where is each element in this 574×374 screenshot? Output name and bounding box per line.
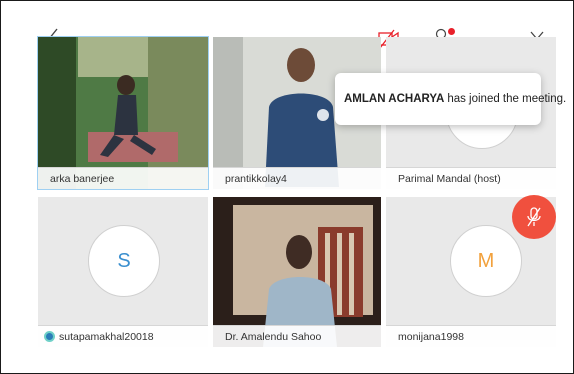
participant-tile[interactable]: Dr. Amalendu Sahoo (213, 197, 381, 347)
participant-name: arka banerjee (38, 167, 208, 189)
connection-icon (44, 331, 55, 342)
participant-avatar: M (450, 225, 522, 297)
participant-name: monijana1998 (386, 325, 556, 347)
join-notification: AMLAN ACHARYA has joined the meeting. (335, 73, 566, 125)
avatar-initial: M (477, 249, 495, 272)
mic-toggle-button[interactable] (512, 195, 556, 239)
joined-participant-name: AMLAN ACHARYA (344, 93, 445, 105)
notification-message: has joined the meeting. (447, 93, 567, 105)
participant-name: prantikkolay4 (213, 167, 381, 189)
avatar-initial: S (117, 249, 131, 272)
mic-muted-icon (527, 207, 541, 227)
participant-name: Dr. Amalendu Sahoo (213, 325, 381, 347)
participant-name: Parimal Mandal (host) (386, 167, 556, 189)
participant-tile[interactable]: S sutapamakhal20018 (38, 197, 208, 347)
participant-tile[interactable]: arka banerjee (37, 36, 209, 190)
participant-avatar: S (88, 225, 160, 297)
notification-badge (448, 28, 455, 35)
participant-name: sutapamakhal20018 (38, 325, 208, 347)
